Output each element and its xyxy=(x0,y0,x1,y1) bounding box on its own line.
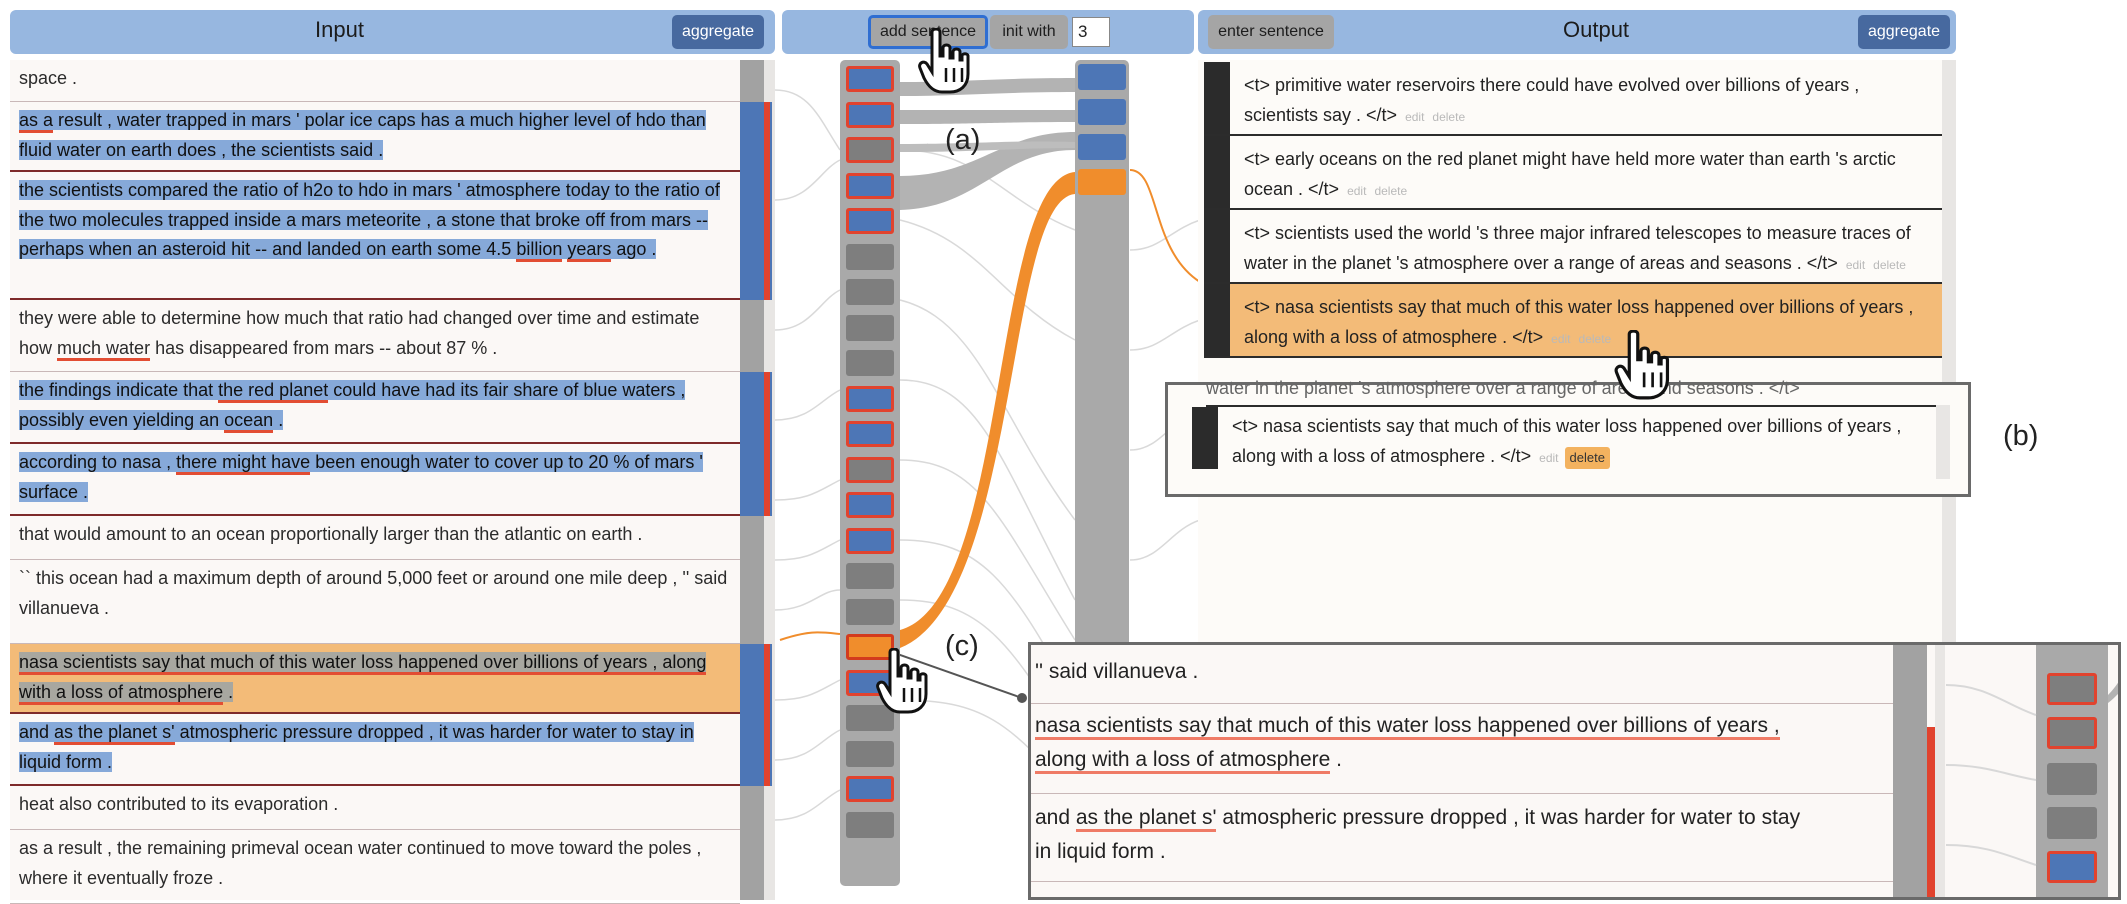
label-b: (b) xyxy=(2003,420,2039,452)
input-summary-square[interactable] xyxy=(846,314,894,341)
flow-orange-in xyxy=(779,631,841,641)
zoom-divider xyxy=(1031,703,1893,704)
delete-link[interactable]: delete xyxy=(1579,332,1612,346)
input-summary-square[interactable] xyxy=(846,563,894,589)
output-sentence-bar[interactable] xyxy=(1204,136,1230,208)
label-c: (c) xyxy=(945,630,979,662)
input-summary-square[interactable] xyxy=(846,776,894,802)
zoom-connector-dot xyxy=(1017,693,1027,703)
input-summary-square[interactable] xyxy=(846,172,894,199)
output-sentence[interactable]: <t> scientists used the world 's three m… xyxy=(1204,210,1942,284)
output-summary-square[interactable] xyxy=(1078,134,1126,160)
output-sentence[interactable]: <t> early oceans on the red planet might… xyxy=(1204,136,1942,210)
zoom-sentence-next: and as the planet s' atmospheric pressur… xyxy=(1035,806,1801,863)
drag-preview-bar xyxy=(1192,407,1218,469)
input-summary-square[interactable] xyxy=(846,385,894,412)
output-sentence-bar[interactable] xyxy=(1204,62,1230,134)
hand-cursor-icon xyxy=(918,28,970,94)
enter-sentence-button[interactable]: enter sentence xyxy=(1208,15,1334,49)
zoom-inset: '' said villanueva . nasa scientists say… xyxy=(1028,642,2121,900)
output-header: enter sentence Output aggregate xyxy=(1198,10,1956,54)
drag-preview-sentence[interactable]: <t> nasa scientists say that much of thi… xyxy=(1192,405,1946,469)
output-summary-square[interactable] xyxy=(1078,169,1126,195)
input-summary-square[interactable] xyxy=(846,279,894,305)
input-summary-square[interactable] xyxy=(846,421,894,447)
delete-link[interactable]: delete xyxy=(1432,110,1465,124)
output-scroll-gutter xyxy=(1942,60,1956,650)
input-summary-square[interactable] xyxy=(846,137,894,163)
hand-cursor-icon xyxy=(1614,330,1670,400)
output-sentence-bar[interactable] xyxy=(1204,284,1230,356)
zoom-divider xyxy=(1031,881,1893,882)
output-sentence-bar[interactable] xyxy=(1204,210,1230,282)
zoom-flow-out xyxy=(2108,682,2118,703)
delete-link[interactable]: delete xyxy=(1873,258,1906,272)
input-summary-square[interactable] xyxy=(846,598,894,625)
drag-preview-peek: water in the planet 's atmosphere over a… xyxy=(1206,379,1800,398)
input-summary-square[interactable] xyxy=(846,350,894,376)
input-summary-square[interactable] xyxy=(846,101,894,128)
output-sentence-text: <t> scientists used the world 's three m… xyxy=(1244,223,1911,273)
output-summary-square[interactable] xyxy=(1078,99,1126,125)
zoom-sentence-selected: nasa scientists say that much of this wa… xyxy=(1031,709,1891,777)
input-summary-square[interactable] xyxy=(846,208,894,234)
preview-delete-button[interactable]: delete xyxy=(1564,447,1610,469)
delete-link[interactable]: delete xyxy=(1374,184,1407,198)
zoom-marker xyxy=(1927,727,1935,897)
input-summary-square[interactable] xyxy=(846,243,894,270)
output-sentence[interactable]: <t> primitive water reservoirs there cou… xyxy=(1204,62,1942,136)
input-summary-square[interactable] xyxy=(846,811,894,838)
input-summary-square[interactable] xyxy=(846,66,894,92)
input-summary-square[interactable] xyxy=(846,740,894,767)
edit-link[interactable]: edit xyxy=(1551,332,1570,346)
output-sentence[interactable]: <t> nasa scientists say that much of thi… xyxy=(1204,284,1942,358)
input-summary-square[interactable] xyxy=(846,492,894,518)
label-a: (a) xyxy=(945,124,981,156)
zoom-divider xyxy=(1031,793,1893,794)
output-sentence-text: <t> early oceans on the red planet might… xyxy=(1244,149,1896,199)
input-summary-square[interactable] xyxy=(846,527,894,554)
preview-edit-link[interactable]: edit xyxy=(1539,451,1558,465)
flow-orange xyxy=(900,172,1075,648)
edit-link[interactable]: edit xyxy=(1347,184,1366,198)
flow-gray-2 xyxy=(900,110,1075,124)
edit-link[interactable]: edit xyxy=(1405,110,1424,124)
drag-preview-box: water in the planet 's atmosphere over a… xyxy=(1165,379,1971,497)
drag-preview-scroll xyxy=(1936,405,1950,479)
zoom-sentence-prev: '' said villanueva . xyxy=(1035,660,1199,683)
edit-link[interactable]: edit xyxy=(1846,258,1865,272)
output-sentence-text: <t> primitive water reservoirs there cou… xyxy=(1244,75,1860,125)
zoom-gutter xyxy=(1935,645,1945,897)
zoom-flow-lines xyxy=(1946,684,2037,866)
output-aggregate-button[interactable]: aggregate xyxy=(1858,15,1950,49)
hand-cursor-icon xyxy=(876,648,928,714)
input-summary-square[interactable] xyxy=(846,456,894,483)
flow-orange-out xyxy=(1129,169,1201,283)
zoom-scrollbar xyxy=(1893,645,1927,897)
output-summary-square[interactable] xyxy=(1078,64,1126,90)
output-title: Output xyxy=(1563,17,1630,42)
